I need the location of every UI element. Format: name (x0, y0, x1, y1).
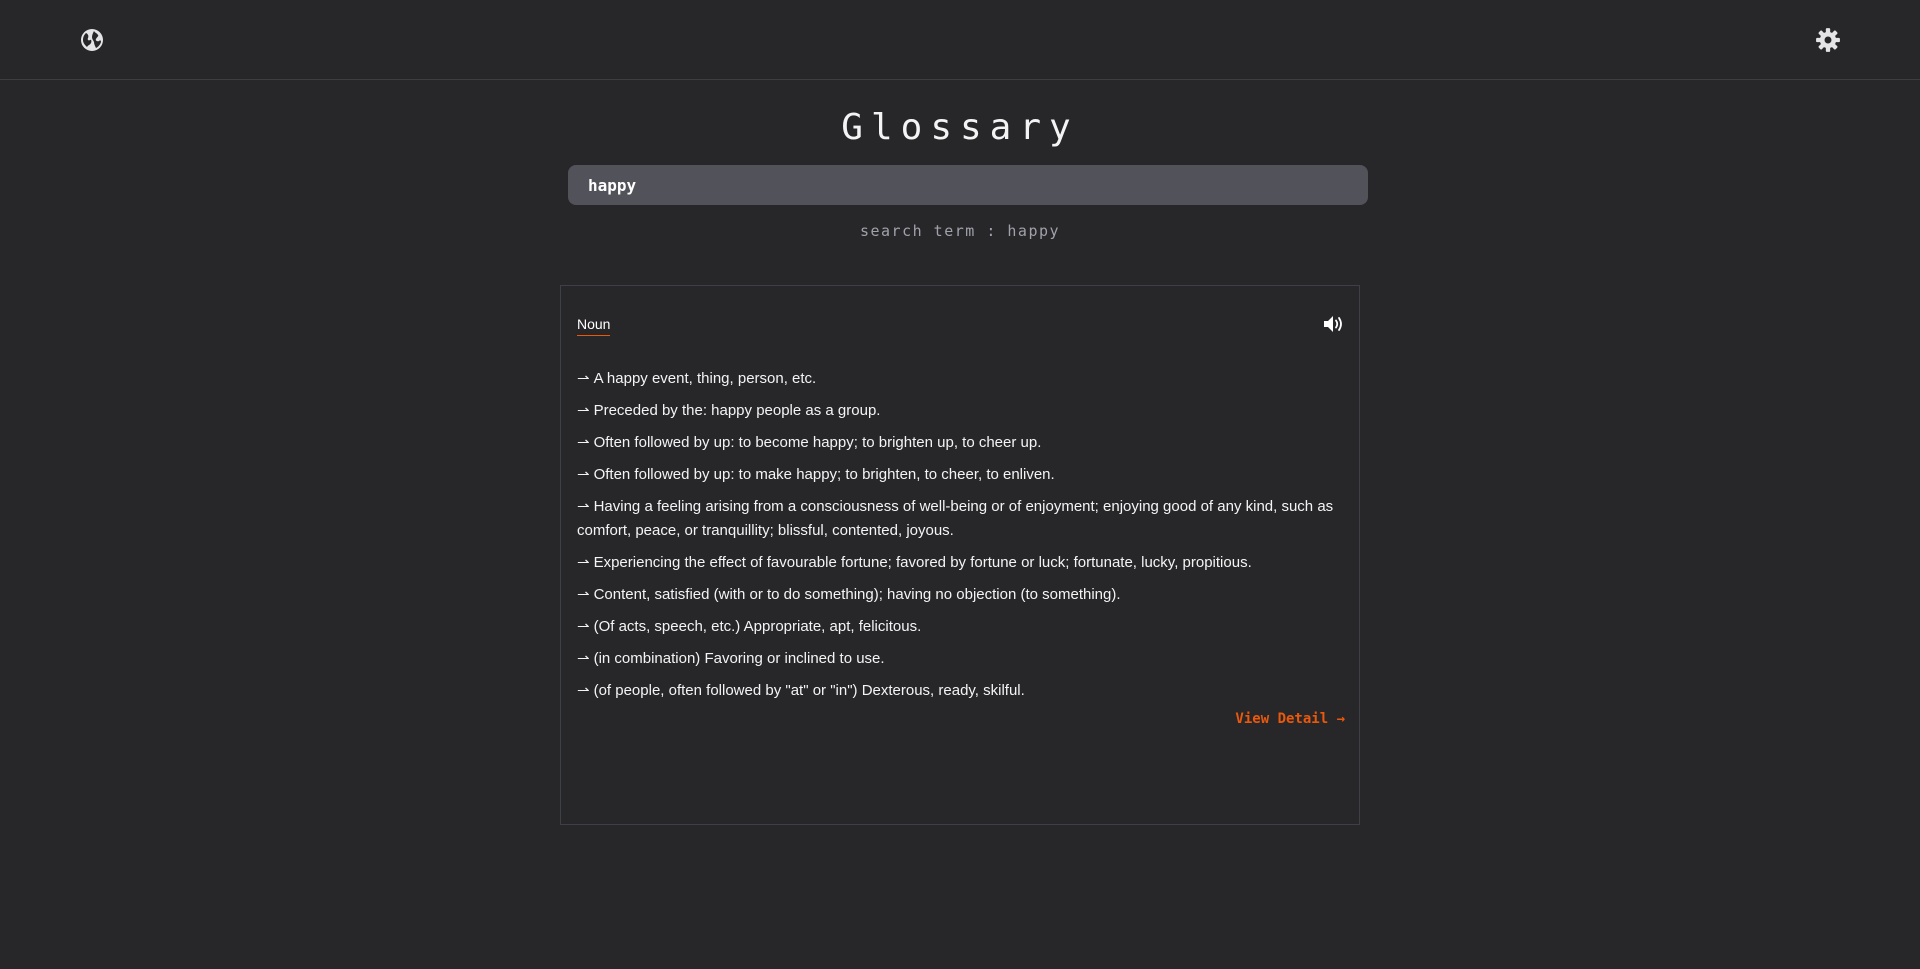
part-of-speech-label: Noun (577, 316, 611, 336)
arrow-icon: ⇀ (577, 554, 590, 571)
arrow-icon: ⇀ (577, 650, 590, 667)
arrow-icon: ⇀ (577, 682, 590, 699)
definition-text: Content, satisfied (with or to do someth… (593, 586, 1121, 603)
definition-item: ⇀ A happy event, thing, person, etc. (577, 367, 1349, 391)
search-input[interactable] (568, 165, 1368, 205)
definition-text: Experiencing the effect of favourable fo… (593, 554, 1252, 571)
definition-text: Preceded by the: happy people as a group… (593, 402, 881, 419)
search-term-label: search term : happy (859, 222, 1061, 240)
definition-text: (in combination) Favoring or inclined to… (593, 650, 885, 667)
arrow-icon: ⇀ (577, 586, 590, 603)
arrow-icon: ⇀ (577, 466, 590, 483)
definition-text: Often followed by up: to make happy; to … (593, 466, 1055, 483)
definition-item: ⇀ Often followed by up: to make happy; to… (577, 463, 1349, 487)
definition-text: Often followed by up: to become happy; t… (593, 434, 1042, 451)
definition-card: Noun ⇀ A happy event, thing, person, etc.… (560, 285, 1360, 825)
arrow-icon: ⇀ (577, 618, 590, 635)
definition-item: ⇀ Content, satisfied (with or to do somet… (577, 583, 1349, 607)
definition-item: ⇀ (Of acts, speech, etc.) Appropriate, ap… (577, 615, 1349, 639)
definition-text: A happy event, thing, person, etc. (593, 370, 817, 387)
speaker-icon[interactable] (1322, 313, 1346, 335)
definition-item: ⇀ Often followed by up: to become happy; … (577, 431, 1349, 455)
globe-icon[interactable] (78, 26, 106, 54)
definition-list: ⇀ A happy event, thing, person, etc. ⇀ Prec… (577, 367, 1349, 711)
definition-item: ⇀ Experiencing the effect of favourable f… (577, 551, 1349, 575)
definition-text: (Of acts, speech, etc.) Appropriate, apt… (593, 618, 922, 635)
definition-text: Having a feeling arising from a consciou… (577, 498, 1334, 539)
arrow-icon: ⇀ (577, 498, 590, 515)
page-title: Glossary (841, 107, 1079, 148)
arrow-icon: ⇀ (577, 402, 590, 419)
view-detail-link[interactable]: View Detail → (1235, 711, 1345, 727)
top-bar (0, 0, 1920, 80)
definition-item: ⇀ Having a feeling arising from a conscio… (577, 495, 1349, 543)
definition-text: (of people, often followed by "at" or "i… (593, 682, 1025, 699)
definition-item: ⇀ (of people, often followed by "at" or "… (577, 679, 1349, 703)
definition-item: ⇀ (in combination) Favoring or inclined t… (577, 647, 1349, 671)
definition-item: ⇀ Preceded by the: happy people as a grou… (577, 399, 1349, 423)
gear-icon[interactable] (1814, 26, 1842, 54)
arrow-icon: ⇀ (577, 434, 590, 451)
arrow-icon: ⇀ (577, 370, 590, 387)
